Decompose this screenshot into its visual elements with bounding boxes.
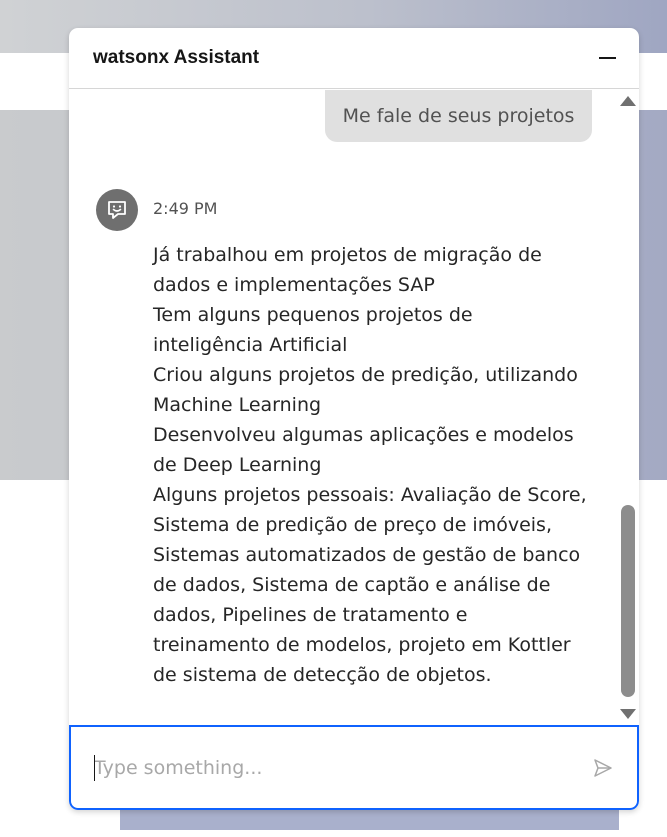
bot-message-line: Sistema de predição de preço de imóveis, bbox=[153, 514, 552, 536]
bot-message-line: dados e implementações SAP bbox=[153, 274, 435, 296]
chat-panel: watsonx Assistant Me fale de seus projet… bbox=[69, 28, 639, 810]
bot-message-line: Tem alguns pequenos projetos de bbox=[153, 304, 473, 326]
bot-message-line: Machine Learning bbox=[153, 394, 322, 416]
bot-message-line: de dados, Sistema de captão e análise de bbox=[153, 574, 551, 596]
bot-message-line: Desenvolveu algumas aplicações e modelos bbox=[153, 424, 574, 446]
message-input-container bbox=[69, 725, 639, 810]
bot-message-line: dados, Pipelines de tratamento e bbox=[153, 604, 468, 626]
minimize-icon bbox=[598, 57, 616, 59]
scrollbar-thumb[interactable] bbox=[621, 505, 635, 697]
scroll-up-arrow-icon[interactable] bbox=[620, 96, 636, 106]
text-cursor bbox=[94, 755, 95, 781]
user-message-bubble: Me fale de seus projetos bbox=[325, 90, 592, 142]
bot-message-line: de Deep Learning bbox=[153, 454, 322, 476]
minimize-button[interactable] bbox=[595, 46, 619, 70]
bot-message-line: Já trabalhou em projetos de migração de bbox=[153, 244, 542, 266]
message-timestamp: 2:49 PM bbox=[153, 199, 218, 218]
message-list[interactable]: Me fale de seus projetos 2:49 PM Já trab… bbox=[69, 90, 639, 725]
scroll-down-arrow-icon[interactable] bbox=[620, 709, 636, 719]
send-icon bbox=[594, 758, 612, 777]
bot-message-line: Criou alguns projetos de predição, utili… bbox=[153, 364, 578, 386]
message-input[interactable] bbox=[94, 756, 591, 779]
chat-title: watsonx Assistant bbox=[93, 47, 260, 68]
chat-bot-icon bbox=[108, 201, 126, 219]
bot-message-line: Alguns projetos pessoais: Avaliação de S… bbox=[153, 484, 587, 506]
bot-avatar bbox=[96, 189, 138, 231]
bot-message-line: de sistema de detecção de objetos. bbox=[153, 664, 492, 686]
chat-header: watsonx Assistant bbox=[69, 28, 639, 89]
send-button[interactable] bbox=[591, 756, 615, 780]
bot-message: Já trabalhou em projetos de migração de … bbox=[153, 240, 603, 690]
bot-message-line: Sistemas automatizados de gestão de banc… bbox=[153, 544, 581, 566]
bot-message-line: inteligência Artificial bbox=[153, 334, 348, 356]
bot-message-line: treinamento de modelos, projeto em Kottl… bbox=[153, 634, 571, 656]
